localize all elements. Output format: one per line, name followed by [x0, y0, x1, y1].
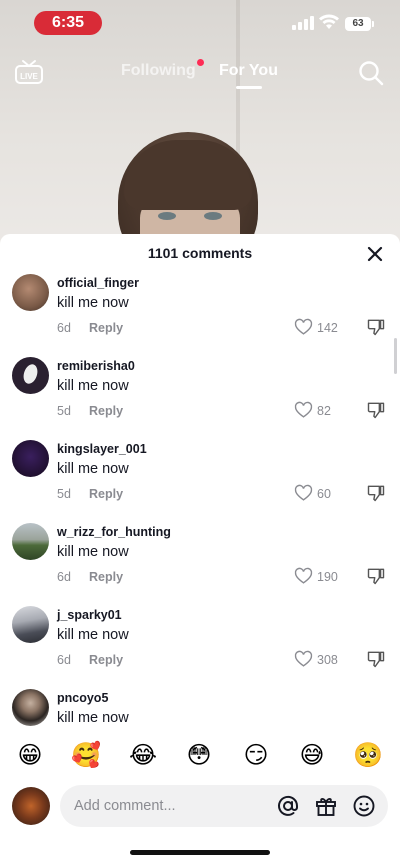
comment-text: kill me now [57, 544, 129, 560]
emoji-picker-icon[interactable] [352, 794, 376, 818]
emoji-sweat-smile[interactable]: 😅 [297, 740, 327, 770]
thumbs-down-icon[interactable] [366, 400, 386, 420]
gift-icon[interactable] [314, 794, 338, 818]
search-icon[interactable] [358, 60, 384, 86]
avatar[interactable] [12, 274, 49, 311]
comment-count-title: 1101 comments [147, 245, 253, 261]
emoji-smiling-hearts[interactable]: 🥰 [71, 740, 101, 770]
like-count: 82 [317, 404, 331, 418]
heart-icon[interactable] [294, 484, 313, 503]
comment-item: w_rizz_for_hunting kill me now 6d Reply … [0, 521, 400, 604]
active-tab-indicator [236, 86, 262, 89]
my-avatar[interactable] [12, 787, 50, 825]
comment-age: 5d [57, 404, 71, 418]
emoji-grin[interactable]: 😁 [15, 740, 45, 770]
emoji-flushed[interactable]: 😳 [184, 740, 214, 770]
avatar[interactable] [12, 606, 49, 643]
heart-icon[interactable] [294, 650, 313, 669]
person-eye-left [158, 212, 176, 220]
comment-username[interactable]: official_finger [57, 276, 139, 290]
reply-button[interactable]: Reply [89, 653, 123, 667]
cellular-signal-icon [292, 16, 314, 30]
comment-input[interactable] [74, 796, 264, 816]
comment-list[interactable]: official_finger kill me now 6d Reply 142… [0, 272, 400, 732]
thumbs-down-icon[interactable] [366, 317, 386, 337]
emoji-quick-bar: 😁 🥰 😂 😳 😏 😅 🥺 [0, 740, 400, 774]
status-time: 6:35 [34, 11, 102, 35]
avatar[interactable] [12, 523, 49, 560]
comment-age: 6d [57, 321, 71, 335]
comment-age: 6d [57, 570, 71, 584]
home-indicator[interactable] [130, 850, 270, 855]
tab-following[interactable]: Following [121, 62, 196, 80]
like-count: 60 [317, 487, 331, 501]
following-notification-dot [197, 59, 204, 66]
comment-item: remiberisha0 kill me now 5d Reply 82 [0, 355, 400, 438]
close-icon[interactable] [364, 243, 386, 265]
thumbs-down-icon[interactable] [366, 483, 386, 503]
thumbs-down-icon[interactable] [366, 649, 386, 669]
mention-icon[interactable] [276, 794, 300, 818]
comment-text: kill me now [57, 461, 129, 477]
battery-icon [372, 21, 374, 27]
reply-button[interactable]: Reply [89, 404, 123, 418]
comment-text: kill me now [57, 378, 129, 394]
like-count: 190 [317, 570, 338, 584]
like-count: 308 [317, 653, 338, 667]
comment-item: official_finger kill me now 6d Reply 142 [0, 272, 400, 355]
comment-age: 6d [57, 653, 71, 667]
reply-button[interactable]: Reply [89, 487, 123, 501]
comment-username[interactable]: kingslayer_001 [57, 442, 147, 456]
status-bar: 6:35 63 [0, 0, 400, 46]
tab-for-you[interactable]: For You [219, 62, 278, 80]
comments-header: 1101 comments [0, 234, 400, 272]
comment-username[interactable]: pncoyo5 [57, 691, 108, 705]
comment-box[interactable] [60, 785, 388, 827]
emoji-pleading[interactable]: 🥺 [353, 740, 383, 770]
comment-text: kill me now [57, 627, 129, 643]
reply-button[interactable]: Reply [89, 570, 123, 584]
comment-item: j_sparky01 kill me now 6d Reply 308 [0, 604, 400, 687]
comment-text: kill me now [57, 295, 129, 311]
emoji-tears-of-joy[interactable]: 😂 [128, 740, 158, 770]
heart-icon[interactable] [294, 318, 313, 337]
avatar[interactable] [12, 440, 49, 477]
person-eye-right [204, 212, 222, 220]
comment-text: kill me now [57, 710, 129, 726]
comment-input-row [0, 784, 400, 828]
comment-age: 5d [57, 487, 71, 501]
thumbs-down-icon[interactable] [366, 566, 386, 586]
reply-button[interactable]: Reply [89, 321, 123, 335]
avatar[interactable] [12, 357, 49, 394]
heart-icon[interactable] [294, 401, 313, 420]
comments-scrollbar[interactable] [394, 338, 397, 374]
emoji-smirk[interactable]: 😏 [241, 740, 271, 770]
wifi-icon [319, 14, 339, 29]
comment-item: pncoyo5 kill me now [0, 687, 400, 732]
feed-tabs: Following For You [0, 58, 400, 92]
comment-username[interactable]: w_rizz_for_hunting [57, 525, 171, 539]
avatar[interactable] [12, 689, 49, 726]
like-count: 142 [317, 321, 338, 335]
heart-icon[interactable] [294, 567, 313, 586]
comment-username[interactable]: j_sparky01 [57, 608, 122, 622]
comment-username[interactable]: remiberisha0 [57, 359, 135, 373]
battery-level: 63 [345, 17, 371, 31]
comment-item: kingslayer_001 kill me now 5d Reply 60 [0, 438, 400, 521]
